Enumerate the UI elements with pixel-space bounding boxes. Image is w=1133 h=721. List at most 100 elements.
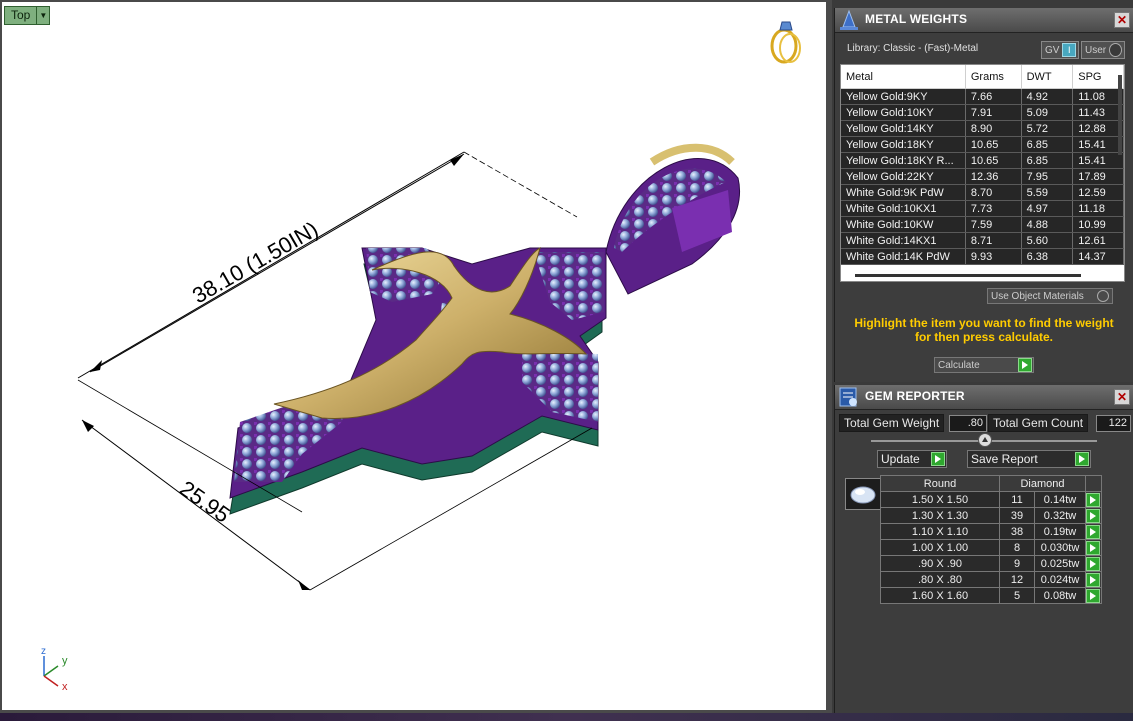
play-arrow-icon (1075, 452, 1089, 466)
column-header-metal[interactable]: Metal (841, 65, 966, 89)
grams-cell: 7.73 (965, 200, 1022, 217)
play-arrow-icon (1018, 358, 1032, 372)
dwt-cell: 5.72 (1021, 120, 1074, 137)
slider-handle[interactable] (978, 433, 992, 447)
dwt-cell: 4.88 (1021, 216, 1074, 233)
calculate-hint: Highlight the item you want to find the … (854, 316, 1114, 344)
select-gems-button[interactable] (1085, 523, 1102, 540)
select-gems-button[interactable] (1085, 539, 1102, 556)
metal-cell: Yellow Gold:22KY (841, 168, 966, 185)
use-object-materials-toggle[interactable]: Use Object Materials (987, 288, 1113, 304)
gem-row[interactable]: 1.10 X 1.10 38 0.19tw (880, 523, 1102, 540)
dwt-cell: 6.85 (1021, 152, 1074, 169)
column-header-grams[interactable]: Grams (965, 65, 1022, 89)
dimension-width-label: 25.95 (175, 476, 234, 528)
metal-table-container[interactable]: Metal Grams DWT SPG Yellow Gold:9KY 7.66 4… (840, 64, 1125, 282)
dwt-cell: 4.97 (1021, 200, 1074, 217)
spg-cell: 11.18 (1072, 200, 1124, 217)
view-label-dropdown[interactable]: Top ▼ (4, 6, 51, 25)
metal-cell: White Gold:9K PdW (841, 184, 966, 201)
gem-row[interactable]: .80 X .80 12 0.024tw (880, 571, 1102, 588)
gem-size-cell: 1.30 X 1.30 (880, 507, 1000, 524)
table-row[interactable]: White Gold:14K PdW 9.93 6.38 14.37 (841, 248, 1124, 265)
vertical-scrollbar[interactable] (1118, 75, 1122, 155)
horizontal-scrollbar[interactable] (855, 274, 1081, 277)
scale-icon (840, 9, 858, 30)
gem-table: Round Diamond 1.50 X 1.50 11 0.14tw 1.30 X… (880, 475, 1102, 604)
close-icon[interactable]: ✕ (1114, 12, 1130, 28)
calculate-button[interactable]: Calculate (934, 357, 1034, 373)
select-gems-button[interactable] (1085, 507, 1102, 524)
user-toggle[interactable]: User (1081, 41, 1125, 59)
dwt-cell: 4.92 (1021, 88, 1074, 105)
gem-reporter-title: GEM REPORTER (865, 389, 965, 403)
table-row[interactable]: White Gold:14KX1 8.71 5.60 12.61 (841, 232, 1124, 249)
spg-cell: 11.43 (1072, 104, 1124, 121)
axis-x-label: x (62, 681, 68, 693)
select-gems-button[interactable] (1085, 571, 1102, 588)
play-arrow-icon (931, 452, 945, 466)
play-arrow-icon (1086, 572, 1100, 587)
table-row[interactable]: White Gold:10KW 7.59 4.88 10.99 (841, 216, 1124, 233)
grams-cell: 10.65 (965, 152, 1022, 169)
dwt-cell: 6.85 (1021, 136, 1074, 153)
total-gem-count-value: 122 (1096, 415, 1131, 432)
table-row[interactable]: White Gold:10KX1 7.73 4.97 11.18 (841, 200, 1124, 217)
total-gem-weight-label: Total Gem Weight (839, 414, 945, 432)
round-diamond-icon (845, 478, 881, 510)
metal-cell: Yellow Gold:18KY R... (841, 152, 966, 169)
select-gems-button[interactable] (1085, 491, 1102, 508)
grams-cell: 7.66 (965, 88, 1022, 105)
gem-count-cell: 5 (999, 587, 1035, 604)
cross-pendant-model[interactable]: 38.10 (1.50IN) 25.95 (2, 2, 826, 710)
spg-cell: 14.37 (1072, 248, 1124, 265)
viewport-frame: 38.10 (1.50IN) 25.95 Top ▼ z y x (0, 0, 832, 721)
gem-size-cell: 1.50 X 1.50 (880, 491, 1000, 508)
ring-icon (770, 21, 801, 64)
select-gems-button[interactable] (1085, 587, 1102, 604)
play-arrow-icon (1086, 492, 1100, 507)
table-row[interactable]: Yellow Gold:18KY R... 10.65 6.85 15.41 (841, 152, 1124, 169)
gem-weight-cell: 0.030tw (1034, 539, 1086, 556)
gem-row[interactable]: .90 X .90 9 0.025tw (880, 555, 1102, 572)
spg-cell: 17.89 (1072, 168, 1124, 185)
total-gem-weight-value: .80 (949, 415, 987, 432)
table-row[interactable]: Yellow Gold:10KY 7.91 5.09 11.43 (841, 104, 1124, 121)
column-header-dwt[interactable]: DWT (1021, 65, 1074, 89)
spg-cell: 11.08 (1072, 88, 1124, 105)
metal-weights-header: METAL WEIGHTS ✕ (835, 8, 1133, 33)
gem-weight-cell: 0.32tw (1034, 507, 1086, 524)
metal-cell: Yellow Gold:10KY (841, 104, 966, 121)
gv-toggle[interactable]: GV I (1041, 41, 1079, 59)
table-row[interactable]: Yellow Gold:14KY 8.90 5.72 12.88 (841, 120, 1124, 137)
toggle-on-icon: I (1062, 43, 1076, 57)
gem-row[interactable]: 1.50 X 1.50 11 0.14tw (880, 491, 1102, 508)
gem-row[interactable]: 1.00 X 1.00 8 0.030tw (880, 539, 1102, 556)
gem-row[interactable]: 1.60 X 1.60 5 0.08tw (880, 587, 1102, 604)
user-toggle-label: User (1085, 44, 1107, 56)
select-gems-button[interactable] (1085, 555, 1102, 572)
column-header-diamond: Diamond (999, 475, 1086, 492)
grams-cell: 10.65 (965, 136, 1022, 153)
table-row[interactable]: White Gold:9K PdW 8.70 5.59 12.59 (841, 184, 1124, 201)
gem-count-cell: 39 (999, 507, 1035, 524)
column-header-spg[interactable]: SPG (1072, 65, 1124, 89)
3d-viewport[interactable]: 38.10 (1.50IN) 25.95 Top ▼ z y x (2, 2, 826, 710)
gem-count-cell: 38 (999, 523, 1035, 540)
spg-cell: 10.99 (1072, 216, 1124, 233)
update-button[interactable]: Update (877, 450, 947, 468)
spg-cell: 12.59 (1072, 184, 1124, 201)
save-report-button[interactable]: Save Report (967, 450, 1091, 468)
total-gem-count-label: Total Gem Count (988, 414, 1089, 432)
table-row[interactable]: Yellow Gold:9KY 7.66 4.92 11.08 (841, 88, 1124, 105)
table-row[interactable]: Yellow Gold:18KY 10.65 6.85 15.41 (841, 136, 1124, 153)
metal-table-header: Metal Grams DWT SPG (841, 65, 1124, 89)
header-spacer (1085, 475, 1102, 492)
gem-row[interactable]: 1.30 X 1.30 39 0.32tw (880, 507, 1102, 524)
gem-report-icon (839, 387, 857, 407)
table-row[interactable]: Yellow Gold:22KY 12.36 7.95 17.89 (841, 168, 1124, 185)
metal-cell: White Gold:10KW (841, 216, 966, 233)
save-report-label: Save Report (971, 452, 1038, 466)
play-arrow-icon (1086, 588, 1100, 603)
close-icon[interactable]: ✕ (1114, 389, 1130, 405)
